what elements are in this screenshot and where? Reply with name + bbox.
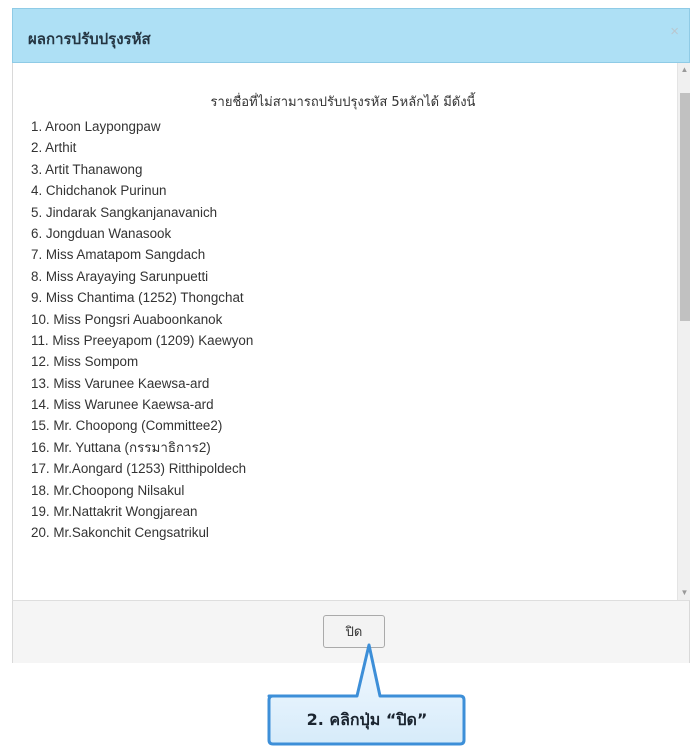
name-list-item: 2. Arthit bbox=[31, 140, 77, 156]
name-list-item: 7. Miss Amatapom Sangdach bbox=[31, 247, 206, 263]
dialog-heading: รายชื่อที่ไม่สามารถปรับปรุงรหัส 5หลักได้… bbox=[210, 95, 476, 110]
name-list-item: 8. Miss Arayaying Sarunpuetti bbox=[31, 268, 209, 284]
scrollbar-thumb[interactable] bbox=[680, 93, 690, 321]
close-icon[interactable]: × bbox=[670, 23, 679, 40]
dialog-footer: ปิด bbox=[12, 600, 690, 663]
name-list-item: 18. Mr.Choopong Nilsakul bbox=[31, 482, 185, 498]
update-result-dialog: ผลการปรับปรุงรหัส × รายชื่อที่ไม่สามารถป… bbox=[12, 8, 690, 663]
name-list-item: 3. Artit Thanawong bbox=[31, 161, 143, 177]
name-list: 1. Aroon Laypongpaw 2. Arthit 3. Artit Tha… bbox=[31, 116, 253, 544]
scroll-down-arrow-icon[interactable]: ▼ bbox=[678, 586, 690, 600]
name-list-item: 6. Jongduan Wanasook bbox=[31, 225, 172, 241]
name-list-item: 4. Chidchanok Purinun bbox=[31, 183, 167, 199]
name-list-item: 1. Aroon Laypongpaw bbox=[31, 119, 161, 134]
dialog-title: ผลการปรับปรุงรหัส bbox=[28, 30, 151, 48]
name-list-item: 16. Mr. Yuttana (กรรมาธิการ2) bbox=[31, 439, 211, 455]
name-list-item: 12. Miss Sompom bbox=[31, 354, 139, 370]
name-list-item: 15. Mr. Choopong (Committee2) bbox=[31, 418, 223, 434]
name-list-item: 9. Miss Chantima (1252) Thongchat bbox=[31, 290, 244, 306]
name-list-item: 20. Mr.Sakonchit Cengsatrikul bbox=[31, 525, 209, 541]
name-list-item: 17. Mr.Aongard (1253) Ritthipoldech bbox=[31, 461, 247, 477]
scroll-up-arrow-icon[interactable]: ▲ bbox=[678, 63, 690, 77]
name-list-item: 10. Miss Pongsri Auaboonkanok bbox=[31, 311, 223, 327]
name-list-item: 14. Miss Warunee Kaewsa-ard bbox=[31, 397, 214, 413]
vertical-scrollbar[interactable]: ▲ ▼ bbox=[677, 63, 690, 600]
close-button[interactable]: ปิด bbox=[323, 615, 385, 648]
name-list-item: 13. Miss Varunee Kaewsa-ard bbox=[31, 375, 210, 391]
dialog-body[interactable]: รายชื่อที่ไม่สามารถปรับปรุงรหัส 5หลักได้… bbox=[12, 63, 690, 600]
name-list-item: 11. Miss Preeyapom (1209) Kaewyon bbox=[31, 332, 254, 348]
name-list-item: 5. Jindarak Sangkanjanavanich bbox=[31, 204, 218, 220]
name-list-item: 19. Mr.Nattakrit Wongjarean bbox=[31, 504, 198, 520]
callout-text: 2. คลิกปุ่ม “ปิด” bbox=[306, 710, 428, 729]
dialog-header: ผลการปรับปรุงรหัส × bbox=[12, 8, 690, 63]
